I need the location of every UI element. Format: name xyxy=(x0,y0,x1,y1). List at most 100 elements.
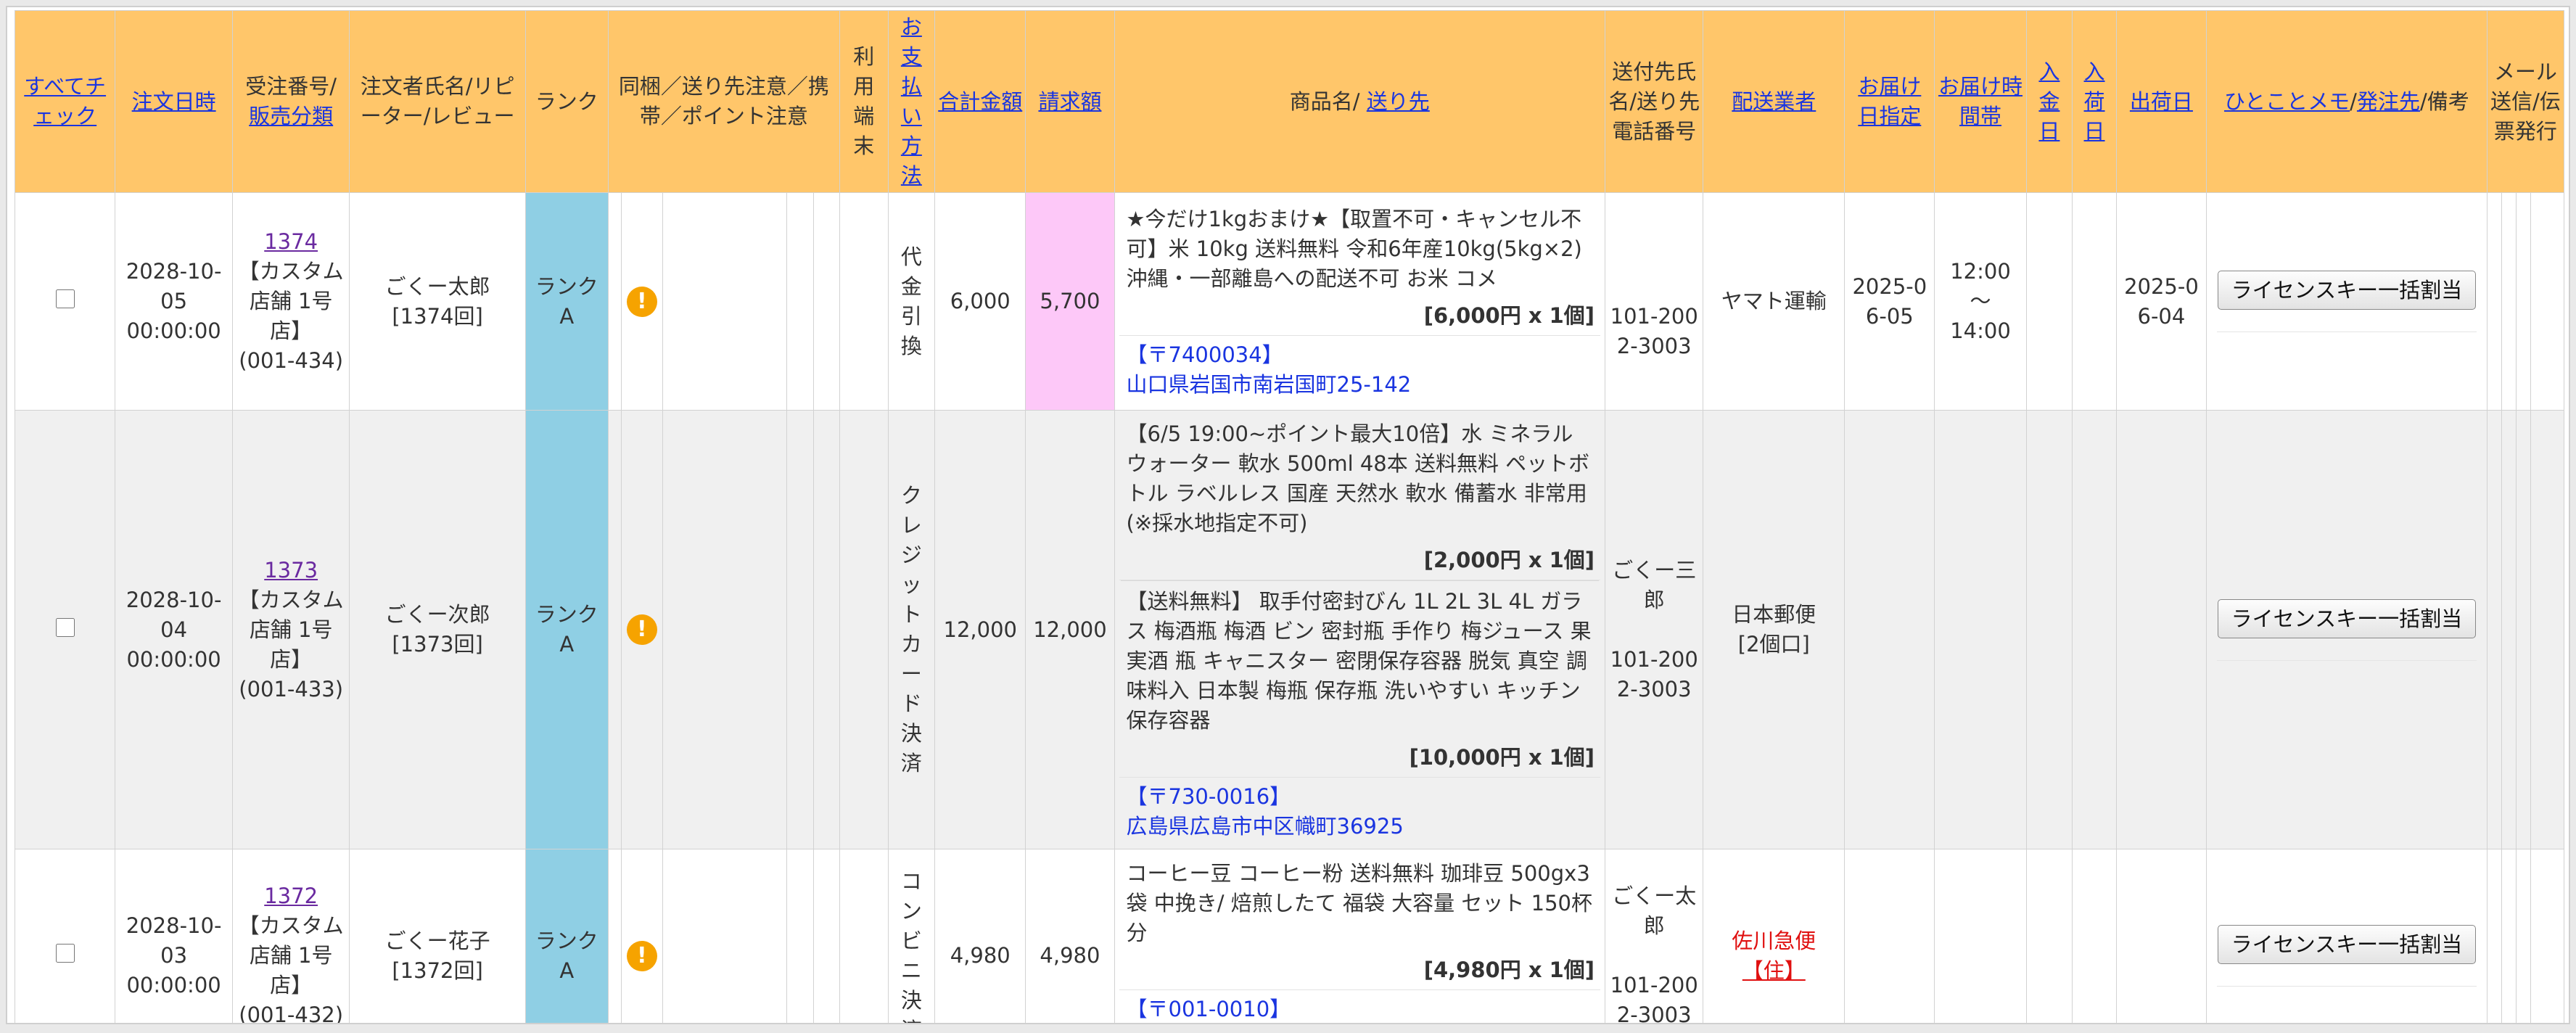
total-amount: 12,000 xyxy=(943,617,1017,642)
sort-received-date-link[interactable]: 入荷日 xyxy=(2084,59,2105,144)
sort-total-link[interactable]: 合計金額 xyxy=(938,89,1022,114)
mail-cell xyxy=(2486,410,2502,849)
sort-delivery-time-link[interactable]: お届け時間帯 xyxy=(1938,74,2022,128)
sort-sales-category-link[interactable]: 販売分類 xyxy=(249,104,333,128)
th-order-date: 注文日時 xyxy=(115,10,233,193)
billing-amount: 12,000 xyxy=(1033,617,1107,642)
delivery-date-cell xyxy=(1844,410,1935,849)
order-no-cell: 1373 【カスタム店舗 1号店】 (001-433) xyxy=(231,410,350,849)
address-link[interactable]: 山口県岩国市南岩国町25-142 xyxy=(1127,372,1412,397)
license-key-assign-button[interactable]: ライセンスキー一括割当 xyxy=(2217,271,2477,310)
sort-memo-link[interactable]: ひとことメモ xyxy=(2224,89,2350,114)
license-key-assign-button[interactable]: ライセンスキー一括割当 xyxy=(2217,598,2477,638)
license-key-assign-button[interactable]: ライセンスキー一括割当 xyxy=(2217,925,2477,964)
order-number-link[interactable]: 1374 xyxy=(264,229,318,254)
delivery-time-cell xyxy=(1934,410,2027,849)
ship-date-cell: 2025-06-04 xyxy=(2115,192,2207,411)
payment-cell: コンビニ決済 xyxy=(887,849,936,1024)
warning-icon[interactable]: ! xyxy=(626,614,657,645)
warning-icon[interactable]: ! xyxy=(626,940,657,971)
ship-date: 2025-06-04 xyxy=(2124,273,2199,329)
notes-header-label: 同梱／送り先注意／携帯／ポイント注意 xyxy=(618,74,829,128)
notes-cell xyxy=(786,192,814,411)
billing-amount: 4,980 xyxy=(1040,943,1100,968)
payment-method: 代金引換 xyxy=(900,244,922,358)
billing-cell: 4,980 xyxy=(1025,849,1115,1023)
store-name: 【カスタム店舗 1号店】 xyxy=(238,913,344,997)
sort-paid-date-link[interactable]: 入金日 xyxy=(2038,59,2059,144)
delivery-date-cell: 2025-06-05 xyxy=(1844,192,1935,411)
order-date: 2028-10-05 xyxy=(125,259,222,313)
rank-label: ランクA xyxy=(535,928,598,983)
address-link[interactable]: 広島県広島市中区幟町36925 xyxy=(1127,814,1404,839)
product-name: ★今だけ1kgおまけ★【取置不可・キャンセル不可】米 10kg 送料無料 令和6… xyxy=(1126,207,1582,291)
th-total: 合計金額 xyxy=(934,10,1026,193)
carrier-cell: ヤマト運輸 xyxy=(1703,192,1845,411)
product-name: 【送料無料】 取手付密封びん 1L 2L 3L 4L ガラス 梅酒瓶 梅酒 ビン… xyxy=(1126,589,1592,733)
payment-method: クレジットカード決済 xyxy=(900,483,922,775)
product-name: 【6/5 19:00~ポイント最大10倍】水 ミネラルウォーター 軟水 500m… xyxy=(1126,421,1590,535)
sort-delivery-date-link[interactable]: お届け日指定 xyxy=(1858,74,1921,128)
select-cell xyxy=(14,410,116,849)
order-date: 2028-10-03 xyxy=(125,913,222,968)
order-row: 2028-10-05 00:00:00 1374 【カスタム店舗 1号店】 (001-4… xyxy=(14,192,2564,411)
sort-ship-date-link[interactable]: 出荷日 xyxy=(2130,89,2193,114)
store-name: 【カスタム店舗 1号店】 xyxy=(238,259,344,343)
carrier-name: 佐川急便 xyxy=(1732,928,1816,953)
billing-cell: 5,700 xyxy=(1025,192,1115,411)
notes-cell xyxy=(786,849,814,1023)
row-checkbox[interactable] xyxy=(55,944,75,963)
payment-method: コンビニ決済 xyxy=(900,868,922,1024)
sort-billing-link[interactable]: 請求額 xyxy=(1038,89,1101,114)
th-recipient: 送付先氏名/送り先電話番号 xyxy=(1605,10,1704,193)
paid-date-cell xyxy=(2025,410,2073,849)
mail-cell xyxy=(2501,192,2517,411)
mail-cell xyxy=(2530,849,2564,1023)
device-cell xyxy=(839,410,889,849)
mail-cell xyxy=(2486,192,2502,411)
received-date-cell xyxy=(2072,849,2117,1023)
delivery-time-from: 12:00 xyxy=(1950,259,2011,284)
zip-link[interactable]: 【〒001-0010】 xyxy=(1127,995,1594,1023)
recipient-phone: 101-2002-3003 xyxy=(1610,973,1698,1024)
order-no-header-label: 受注番号/ xyxy=(245,74,337,99)
warning-icon[interactable]: ! xyxy=(626,286,657,317)
row-checkbox[interactable] xyxy=(55,289,75,308)
carrier-cell: 佐川急便 【住】 xyxy=(1703,849,1845,1023)
zip-link[interactable]: 【〒730-0016】 xyxy=(1127,782,1594,812)
sort-order-date-link[interactable]: 注文日時 xyxy=(132,89,216,114)
device-cell xyxy=(839,849,889,1023)
check-all-link[interactable]: すべてチェック xyxy=(24,74,106,128)
mail-cell xyxy=(2530,410,2564,849)
order-time: 00:00:00 xyxy=(126,646,221,672)
notes-cell xyxy=(662,849,788,1023)
order-number-link[interactable]: 1373 xyxy=(264,558,318,583)
notes-cell: ! xyxy=(621,192,663,411)
row-checkbox[interactable] xyxy=(55,617,75,637)
sort-payment-link[interactable]: お支払い方法 xyxy=(901,15,922,188)
notes-cell xyxy=(812,849,840,1023)
th-carrier: 配送業者 xyxy=(1703,10,1845,193)
rank-cell: ランクA xyxy=(524,849,609,1023)
sort-destination-link[interactable]: 発注先 xyxy=(2357,89,2420,114)
sort-carrier-link[interactable]: 配送業者 xyxy=(1732,89,1816,114)
repeat-count: [1372回] xyxy=(392,958,483,983)
th-mail: メール送信/伝票発行 xyxy=(2486,10,2565,193)
product-price: [6,000円 x 1個] xyxy=(1119,297,1601,336)
notes-cell xyxy=(607,192,622,411)
zip-link[interactable]: 【〒7400034】 xyxy=(1127,340,1594,370)
customer-name: ごくー太郎 xyxy=(384,273,490,299)
orders-panel: すべてチェック 注文日時 受注番号/販売分類 注文者氏名/リピーター/レビュー … xyxy=(6,6,2570,1024)
rank-cell: ランクA xyxy=(524,410,609,849)
total-cell: 6,000 xyxy=(934,192,1026,411)
store-code: (001-432) xyxy=(239,1003,344,1024)
repeat-count: [1374回] xyxy=(392,303,483,329)
order-no-cell: 1374 【カスタム店舗 1号店】 (001-434) xyxy=(231,192,350,411)
memo-divider xyxy=(2217,659,2477,661)
sort-ship-to-link[interactable]: 送り先 xyxy=(1367,89,1430,114)
th-delivery-date: お届け日指定 xyxy=(1844,10,1935,193)
recipient-cell: ごくー太郎 101-2002-3003 xyxy=(1605,849,1704,1024)
order-number-link[interactable]: 1372 xyxy=(264,884,318,908)
th-customer: 注文者氏名/リピーター/レビュー xyxy=(349,10,526,193)
product-name: コーヒー豆 コーヒー粉 送料無料 珈琲豆 500gx3袋 中挽き/ 焙煎したて … xyxy=(1126,861,1592,945)
